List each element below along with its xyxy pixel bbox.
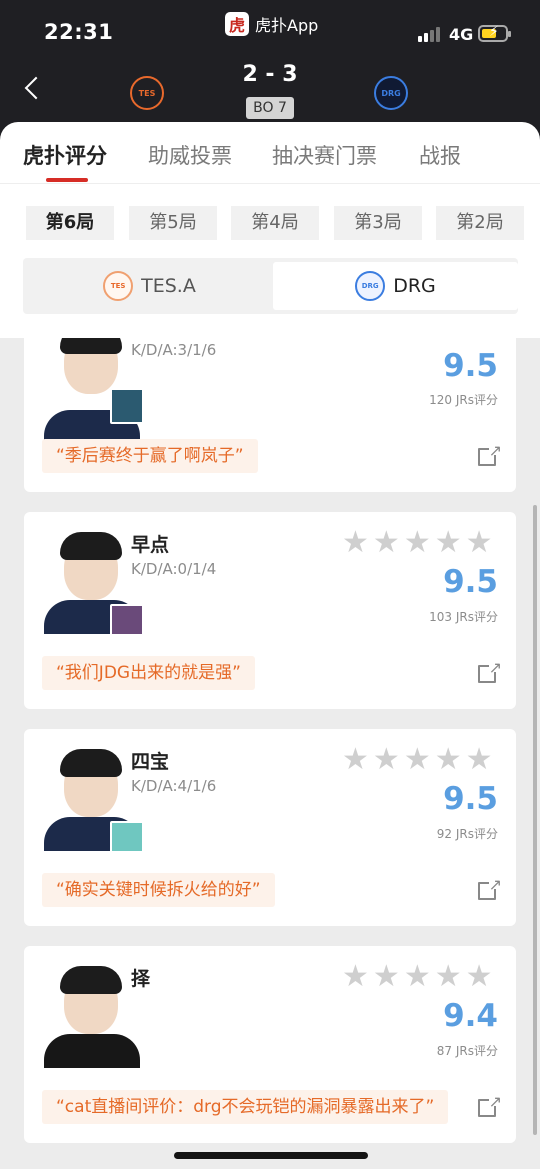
hero-icon: [110, 388, 142, 424]
star-icon[interactable]: ★: [404, 962, 431, 992]
player-top-comment[interactable]: “确实关键时候拆火给的好”: [42, 873, 275, 907]
hero-icon: [110, 604, 142, 634]
team-logo-drg: DRG: [374, 76, 408, 110]
player-card[interactable]: 四宝 K/D/A:4/1/6 ★ ★ ★ ★ ★ 9.5 92 JRs评分 “确…: [24, 729, 516, 926]
player-name: 早点: [131, 534, 170, 556]
app-name: 虎扑App: [255, 16, 319, 35]
tab-cheer-vote[interactable]: 助威投票: [148, 140, 232, 170]
star-icon[interactable]: ★: [466, 962, 493, 992]
share-icon[interactable]: [478, 875, 502, 900]
home-indicator[interactable]: [174, 1152, 368, 1159]
team-switch: TES TES.A DRG DRG: [23, 258, 518, 314]
player-score: 9.4: [443, 998, 498, 1034]
game-5-button[interactable]: 第5局: [129, 206, 217, 240]
player-vote-count: 103 JRs评分: [429, 610, 498, 624]
player-card[interactable]: 早点 K/D/A:0/1/4 ★ ★ ★ ★ ★ 9.5 103 JRs评分 “…: [24, 512, 516, 709]
player-score: 9.5: [443, 348, 498, 384]
team-logo-tes: TES: [130, 76, 164, 110]
player-vote-count: 87 JRs评分: [436, 1044, 498, 1058]
star-icon[interactable]: ★: [342, 528, 369, 558]
star-icon[interactable]: ★: [342, 745, 369, 775]
star-icon[interactable]: ★: [373, 962, 400, 992]
star-icon[interactable]: ★: [466, 528, 493, 558]
player-avatar: [42, 338, 142, 444]
signal-icon: [418, 27, 440, 42]
team-tab-drg[interactable]: DRG DRG: [273, 262, 518, 310]
share-icon[interactable]: [478, 658, 502, 683]
player-card[interactable]: K/D/A:3/1/6 9.5 120 JRs评分 “季后赛终于赢了啊岚子”: [24, 338, 516, 492]
team-tab-label: DRG: [393, 275, 436, 297]
status-time: 22:31: [44, 20, 114, 44]
player-avatar: [42, 962, 142, 1068]
player-vote-count: 92 JRs评分: [436, 827, 498, 841]
tab-hupu-rating[interactable]: 虎扑评分: [23, 140, 107, 170]
star-icon[interactable]: ★: [373, 528, 400, 558]
game-6-button[interactable]: 第6局: [26, 206, 114, 240]
player-score: 9.5: [443, 781, 498, 817]
star-icon[interactable]: ★: [435, 745, 462, 775]
tes-logo-icon: TES: [103, 271, 134, 301]
game-4-button[interactable]: 第4局: [231, 206, 319, 240]
player-name: 四宝: [131, 751, 170, 773]
game-3-button[interactable]: 第3局: [334, 206, 422, 240]
share-icon[interactable]: [478, 441, 502, 466]
share-icon[interactable]: [478, 1092, 502, 1117]
player-name: 择: [131, 968, 151, 990]
match-format-badge: BO 7: [246, 97, 294, 119]
hupu-logo-icon: 虎: [225, 12, 249, 36]
network-type: 4G: [449, 25, 474, 44]
player-top-comment[interactable]: “我们JDG出来的就是强”: [42, 656, 255, 690]
scrollbar[interactable]: [533, 505, 537, 1135]
player-rating-list: K/D/A:3/1/6 9.5 120 JRs评分 “季后赛终于赢了啊岚子” 早…: [0, 338, 540, 1169]
player-avatar: [42, 745, 142, 851]
player-vote-count: 120 JRs评分: [429, 393, 498, 407]
player-avatar: [42, 528, 142, 634]
star-icon[interactable]: ★: [435, 528, 462, 558]
star-icon[interactable]: ★: [435, 962, 462, 992]
tab-final-tickets[interactable]: 抽决赛门票: [272, 140, 377, 170]
player-top-comment[interactable]: “cat直播间评价：drg不会玩铠的漏洞暴露出来了”: [42, 1090, 449, 1124]
hero-icon: [110, 821, 142, 851]
player-score: 9.5: [443, 564, 498, 600]
game-selector: 第6局 第5局 第4局 第3局 第2局: [0, 206, 540, 240]
team-tab-label: TES.A: [141, 275, 196, 297]
tab-bar: 虎扑评分 助威投票 抽决赛门票 战报: [0, 122, 540, 184]
star-icon[interactable]: ★: [466, 745, 493, 775]
drg-logo-icon: DRG: [355, 271, 386, 301]
player-kda: K/D/A:0/1/4: [131, 560, 217, 578]
rating-stars[interactable]: ★ ★ ★ ★ ★: [342, 962, 493, 992]
star-icon[interactable]: ★: [404, 745, 431, 775]
player-kda: K/D/A:3/1/6: [131, 341, 217, 359]
battery-icon: ⚡: [478, 24, 511, 42]
back-icon[interactable]: [24, 76, 48, 100]
player-kda: K/D/A:4/1/6: [131, 777, 217, 795]
rating-stars[interactable]: ★ ★ ★ ★ ★: [342, 528, 493, 558]
rating-panel: 虎扑评分 助威投票 抽决赛门票 战报 第6局 第5局 第4局 第3局 第2局 T…: [0, 122, 540, 338]
status-bar: 22:31 虎 虎扑App 4G ⚡: [0, 0, 540, 60]
rating-stars[interactable]: ★ ★ ★ ★ ★: [342, 745, 493, 775]
player-card[interactable]: 择 ★ ★ ★ ★ ★ 9.4 87 JRs评分 “cat直播间评价：drg不会…: [24, 946, 516, 1143]
game-2-button[interactable]: 第2局: [436, 206, 524, 240]
charging-icon: ⚡: [489, 24, 499, 40]
tab-match-report[interactable]: 战报: [419, 140, 461, 170]
app-badge[interactable]: 虎 虎扑App: [225, 12, 318, 36]
star-icon[interactable]: ★: [373, 745, 400, 775]
star-icon[interactable]: ★: [404, 528, 431, 558]
star-icon[interactable]: ★: [342, 962, 369, 992]
player-top-comment[interactable]: “季后赛终于赢了啊岚子”: [42, 439, 258, 473]
active-tab-indicator: [46, 178, 88, 182]
match-score: 2 - 3: [242, 62, 298, 87]
team-tab-tes[interactable]: TES TES.A: [27, 262, 272, 310]
